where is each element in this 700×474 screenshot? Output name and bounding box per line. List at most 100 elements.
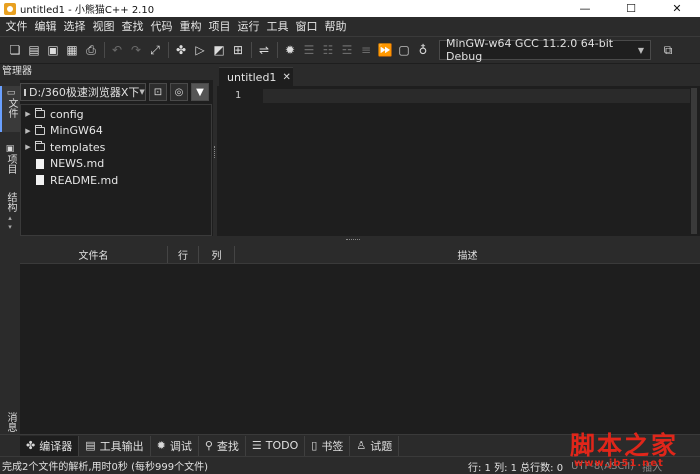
tab-project[interactable]: ▣ 项目 bbox=[0, 142, 20, 188]
run-to-cursor-icon[interactable]: ≡ bbox=[357, 41, 375, 59]
tab-bookmarks[interactable]: ▯ 书签 bbox=[305, 435, 351, 456]
column-header-line[interactable]: 行 bbox=[168, 246, 199, 263]
app-logo-icon bbox=[4, 2, 16, 15]
menu-select[interactable]: 选择 bbox=[60, 17, 89, 36]
window-title: untitled1 - 小熊猫C++ 2.10 bbox=[20, 5, 155, 16]
close-button[interactable]: ✕ bbox=[654, 0, 700, 17]
menu-run[interactable]: 运行 bbox=[234, 17, 263, 36]
splitter-grip[interactable] bbox=[214, 146, 216, 158]
current-line-highlight[interactable] bbox=[263, 89, 691, 103]
tree-item[interactable]: ▶ templates bbox=[21, 139, 211, 156]
open-folder-button[interactable]: ⊡ bbox=[149, 83, 167, 101]
title-bar: untitled1 - 小熊猫C++ 2.10 — ☐ ✕ bbox=[0, 0, 700, 17]
tree-item-label: README.md bbox=[50, 173, 119, 187]
path-select[interactable]: D:/360极速浏览器X下 ▼ bbox=[20, 83, 146, 101]
menu-project[interactable]: 项目 bbox=[205, 17, 234, 36]
stop-icon[interactable]: ▢ bbox=[395, 41, 413, 59]
menu-help[interactable]: 帮助 bbox=[321, 17, 350, 36]
compiler-icon: ✤ bbox=[26, 439, 36, 452]
tab-files-label: 文件 bbox=[6, 98, 17, 118]
chevron-down-icon: ▼ bbox=[139, 88, 145, 96]
step-into-icon[interactable]: ☷ bbox=[319, 41, 337, 59]
compile-run-icon[interactable]: ◩ bbox=[210, 41, 228, 59]
menu-edit[interactable]: 编辑 bbox=[31, 17, 60, 36]
horizontal-splitter[interactable] bbox=[0, 236, 700, 246]
filter-button[interactable]: ▼ bbox=[191, 83, 209, 101]
compiler-options-icon[interactable]: ⧉ bbox=[659, 41, 677, 59]
tab-untitled1[interactable]: untitled1 ✕ bbox=[219, 67, 293, 86]
scrollbar-thumb[interactable] bbox=[691, 88, 697, 234]
menu-refactor[interactable]: 重构 bbox=[176, 17, 205, 36]
column-header-desc[interactable]: 描述 bbox=[235, 246, 700, 263]
tab-debug[interactable]: ✹ 调试 bbox=[151, 435, 199, 456]
maximize-button[interactable]: ☐ bbox=[608, 0, 654, 17]
compiler-select[interactable]: MinGW-w64 GCC 11.2.0 64-bit Debug ▼ bbox=[439, 37, 651, 63]
menu-search[interactable]: 查找 bbox=[118, 17, 147, 36]
undo-icon[interactable]: ↶ bbox=[108, 41, 126, 59]
debug-icon: ✹ bbox=[156, 439, 166, 452]
tab-label: 书签 bbox=[321, 439, 344, 453]
menu-view[interactable]: 视图 bbox=[89, 17, 118, 36]
tree-item[interactable]: ▶ config bbox=[21, 106, 211, 123]
tree-item[interactable]: ▶ MinGW64 bbox=[21, 123, 211, 140]
redo-icon[interactable]: ↷ bbox=[127, 41, 145, 59]
locate-button[interactable]: ◎ bbox=[170, 83, 188, 101]
menu-file[interactable]: 文件 bbox=[2, 17, 31, 36]
menu-window[interactable]: 窗口 bbox=[292, 17, 321, 36]
bottom-tab-bar: ✤ 编译器 ▤ 工具输出 ✹ 调试 ⚲ 查找 ☰ TODO ▯ 书签 ♙ 试题 bbox=[0, 434, 700, 456]
tree-item[interactable]: NEWS.md bbox=[21, 156, 211, 173]
tab-todo[interactable]: ☰ TODO bbox=[246, 435, 306, 456]
tree-item-label: NEWS.md bbox=[50, 157, 105, 171]
step-over-icon[interactable]: ☰ bbox=[300, 41, 318, 59]
path-row: D:/360极速浏览器X下 ▼ ⊡ ◎ ▼ bbox=[20, 82, 212, 102]
profile-icon[interactable]: ♁ bbox=[414, 41, 432, 59]
line-number: 1 bbox=[235, 90, 242, 101]
todo-icon: ☰ bbox=[251, 439, 262, 452]
run-icon[interactable]: ▷ bbox=[191, 41, 209, 59]
encoding-label[interactable]: UTF-8(ASCII) bbox=[571, 461, 634, 472]
minimize-button[interactable]: — bbox=[562, 0, 608, 17]
menu-tools[interactable]: 工具 bbox=[263, 17, 292, 36]
menu-code[interactable]: 代码 bbox=[147, 17, 176, 36]
new-file-icon[interactable]: ❏ bbox=[6, 41, 24, 59]
folder-open-icon: ⊡ bbox=[153, 86, 163, 98]
project-icon: ▣ bbox=[5, 144, 15, 154]
tab-search[interactable]: ⚲ 查找 bbox=[199, 435, 246, 456]
save-icon[interactable]: ▣ bbox=[44, 41, 62, 59]
tab-problems[interactable]: ♙ 试题 bbox=[350, 435, 400, 456]
tab-tool-output[interactable]: ▤ 工具输出 bbox=[79, 435, 151, 456]
tab-label: 试题 bbox=[370, 439, 393, 453]
step-out-icon[interactable]: ☲ bbox=[338, 41, 356, 59]
column-header-file[interactable]: 文件名 bbox=[20, 246, 168, 263]
chevron-right-icon[interactable]: ▶ bbox=[21, 127, 35, 135]
tab-scroll-arrows[interactable]: ▴ ▾ bbox=[0, 214, 20, 232]
tree-item[interactable]: README.md bbox=[21, 172, 211, 189]
files-icon: ▭ bbox=[6, 88, 16, 98]
open-file-icon[interactable]: ▤ bbox=[25, 41, 43, 59]
tab-files[interactable]: ▭ 文件 bbox=[0, 86, 20, 132]
fullscreen-icon[interactable]: ⤢ bbox=[146, 41, 164, 59]
tab-compiler[interactable]: ✤ 编译器 bbox=[20, 435, 80, 456]
close-icon[interactable]: ✕ bbox=[282, 72, 290, 83]
problem-icon: ♙ bbox=[356, 439, 367, 452]
debug-icon[interactable]: ✹ bbox=[281, 41, 299, 59]
tab-label: TODO bbox=[265, 439, 299, 452]
editor-scrollbar[interactable] bbox=[690, 86, 698, 236]
options-icon[interactable]: ⇌ bbox=[255, 41, 273, 59]
chevron-right-icon[interactable]: ▶ bbox=[21, 110, 35, 118]
splitter-grip[interactable] bbox=[346, 239, 360, 241]
code-editor[interactable]: 1 bbox=[217, 86, 700, 236]
tab-project-label: 项目 bbox=[5, 154, 16, 174]
filter-icon: ▼ bbox=[196, 86, 204, 98]
status-bar: 完成2个文件的解析,用时0秒 (每秒999个文件) 行: 1 列: 1 总行数:… bbox=[0, 456, 700, 474]
continue-icon[interactable]: ⏩ bbox=[376, 41, 394, 59]
main-toolbar: ❏ ▤ ▣ ▦ ⎙ ↶ ↷ ⤢ ✤ ▷ ◩ ⊞ ⇌ ✹ ☰ ☷ ☲ ≡ ⏩ ▢ … bbox=[0, 36, 700, 63]
tab-structure-label: 结构 bbox=[5, 192, 16, 212]
column-header-col[interactable]: 列 bbox=[199, 246, 235, 263]
print-icon[interactable]: ⎙ bbox=[82, 41, 100, 59]
chevron-right-icon[interactable]: ▶ bbox=[21, 143, 35, 151]
compile-icon[interactable]: ✤ bbox=[172, 41, 190, 59]
save-all-icon[interactable]: ▦ bbox=[63, 41, 81, 59]
rebuild-icon[interactable]: ⊞ bbox=[229, 41, 247, 59]
left-vertical-tabs: ▭ 文件 ▣ 项目 结构 bbox=[0, 80, 20, 236]
